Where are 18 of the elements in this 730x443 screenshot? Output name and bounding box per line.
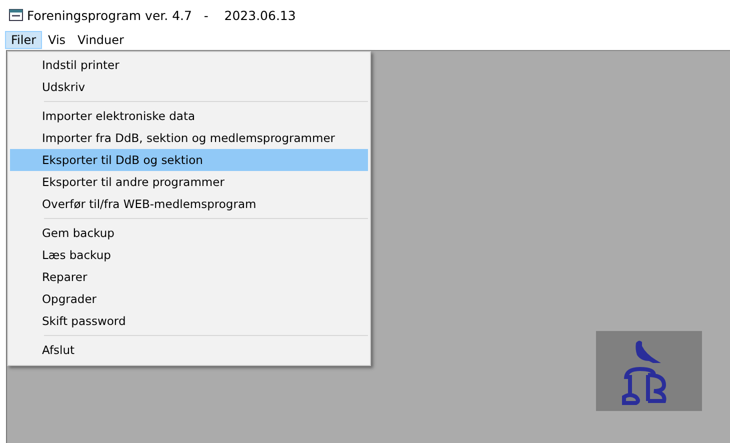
menu-item[interactable]: Importer elektroniske data [10, 105, 368, 127]
menu-bar-item[interactable]: Vinduer [72, 31, 130, 49]
menu-item[interactable]: Overfør til/fra WEB-medlemsprogram [10, 193, 368, 215]
menu-item[interactable]: Indstil printer [10, 54, 368, 76]
menu-item[interactable]: Læs backup [10, 244, 368, 266]
menu-item[interactable]: Skift password [10, 310, 368, 332]
menu-item[interactable]: Eksporter til andre programmer [10, 171, 368, 193]
menu-item[interactable]: Udskriv [10, 76, 368, 98]
menu-bar-item[interactable]: Vis [42, 31, 72, 49]
window-title: Foreningsprogram ver. 4.7 - 2023.06.13 [27, 8, 296, 22]
menu-item[interactable]: Afslut [10, 339, 368, 361]
menu-item[interactable]: Eksporter til DdB og sektion [10, 149, 368, 171]
menu-item[interactable]: Reparer [10, 266, 368, 288]
menu-bar-item[interactable]: Filer [5, 31, 42, 49]
menu-item[interactable]: Importer fra DdB, sektion og medlemsprogrammer [10, 127, 368, 149]
menu-item[interactable]: Gem backup [10, 222, 368, 244]
menu-item[interactable]: Opgrader [10, 288, 368, 310]
app-icon [9, 9, 23, 21]
